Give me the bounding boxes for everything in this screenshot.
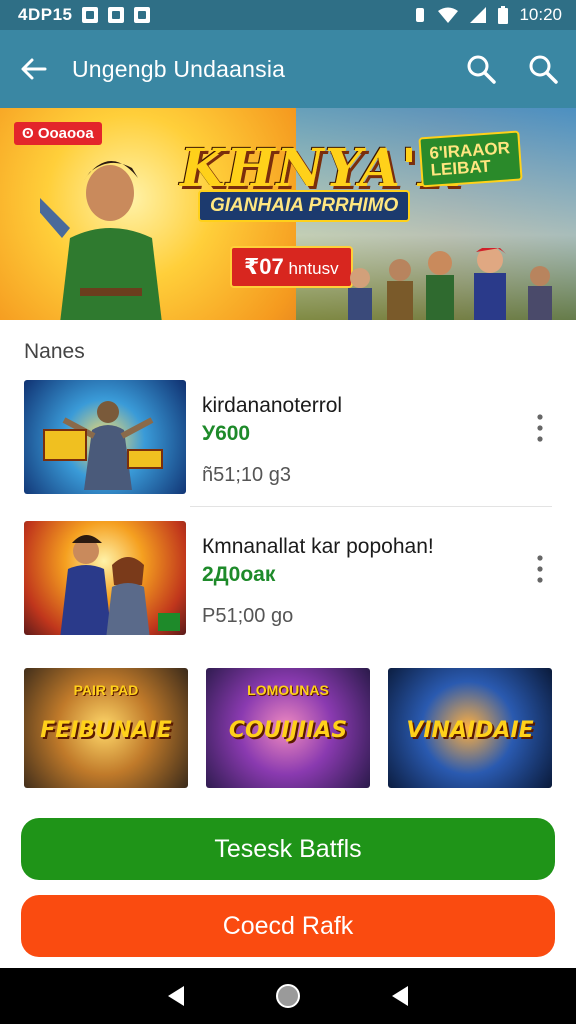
banner-corner-badge: 6'IRAAOR LEIBAT	[418, 130, 523, 188]
tile-top-label: LOMOUNAS	[247, 682, 329, 698]
status-clock: 10:20	[519, 5, 562, 24]
item-price: У600	[202, 422, 251, 445]
tile-label: FEIBUNAIE	[40, 718, 172, 743]
vibrate-icon	[416, 8, 425, 22]
status-bar: 4DP15 10:20	[0, 0, 576, 30]
hero-character-image	[40, 160, 162, 320]
character-group-image	[348, 248, 552, 320]
banner-subtitle: GIANHAIA PRRHIMO	[198, 190, 411, 222]
game-art-image	[43, 401, 163, 490]
arrow-back-icon	[21, 58, 47, 80]
wifi-icon	[438, 7, 459, 23]
game-tile[interactable]: PAIR PAD FEIBUNAIE	[24, 668, 188, 788]
item-name: kirdananoterrol	[202, 394, 343, 417]
signal-icon	[470, 7, 487, 23]
promo-banner[interactable]: ʘ Ooaooa KHNYA'R GIANHAIA PRRHIMO ₹07 hn…	[0, 108, 576, 320]
game-thumbnail	[24, 521, 186, 635]
system-nav-bar	[0, 968, 576, 1024]
game-tile[interactable]: VINAIDAIE	[388, 668, 552, 788]
notification-icon	[134, 7, 151, 23]
battery-icon	[498, 6, 509, 24]
home-nav-icon[interactable]	[275, 983, 301, 1009]
app-bar: Ungengb Undaansia	[0, 30, 576, 108]
notification-icon	[82, 7, 99, 23]
recents-nav-icon[interactable]	[388, 984, 412, 1008]
tile-label: COUIJIIAS	[228, 718, 348, 743]
search-button[interactable]	[464, 52, 498, 86]
back-button[interactable]	[16, 52, 50, 86]
item-name: Кmnanallat kar popohan!	[202, 535, 434, 558]
back-nav-icon[interactable]	[164, 984, 188, 1008]
search-icon	[467, 55, 496, 84]
item-price: 2Д0оак	[202, 563, 276, 586]
search-button-secondary[interactable]	[526, 52, 560, 86]
promo-text: hntusv	[288, 259, 339, 278]
item-meta: ñ51;10 g3	[202, 464, 291, 486]
notification-icon	[108, 7, 125, 23]
list-item[interactable]: Кmnanallat kar popohan! 2Д0оак P51;00 go	[24, 521, 552, 635]
more-vert-icon	[537, 555, 543, 583]
page-title: Ungengb Undaansia	[72, 55, 286, 82]
promo-number: ₹07	[244, 254, 284, 279]
corner-line-2: LEIBAT	[430, 156, 492, 180]
more-vert-icon	[537, 414, 543, 442]
item-meta: P51;00 go	[202, 605, 294, 627]
divider	[190, 506, 552, 507]
primary-button[interactable]: Tesesk Batfls	[21, 818, 555, 880]
overflow-menu-button[interactable]	[528, 521, 552, 635]
tile-top-label: PAIR PAD	[73, 682, 139, 698]
section-label: Nanes	[24, 340, 85, 363]
tile-label: VINAIDAIE	[406, 718, 534, 743]
secondary-button[interactable]: Coecd Rafk	[21, 895, 555, 957]
game-thumbnail	[24, 380, 186, 494]
list-item[interactable]: kirdananoterrol У600 ñ51;10 g3	[24, 380, 552, 494]
game-tile[interactable]: LOMOUNAS COUIJIIAS	[206, 668, 370, 788]
overflow-menu-button[interactable]	[528, 380, 552, 494]
game-tile-row: PAIR PAD FEIBUNAIE LOMOUNAS COUIJIIAS VI…	[24, 668, 552, 788]
search-icon	[529, 55, 558, 84]
game-art-image	[60, 535, 180, 635]
banner-promo-badge[interactable]: ₹07 hntusv	[230, 246, 353, 288]
status-left-text: 4DP15	[18, 5, 73, 24]
